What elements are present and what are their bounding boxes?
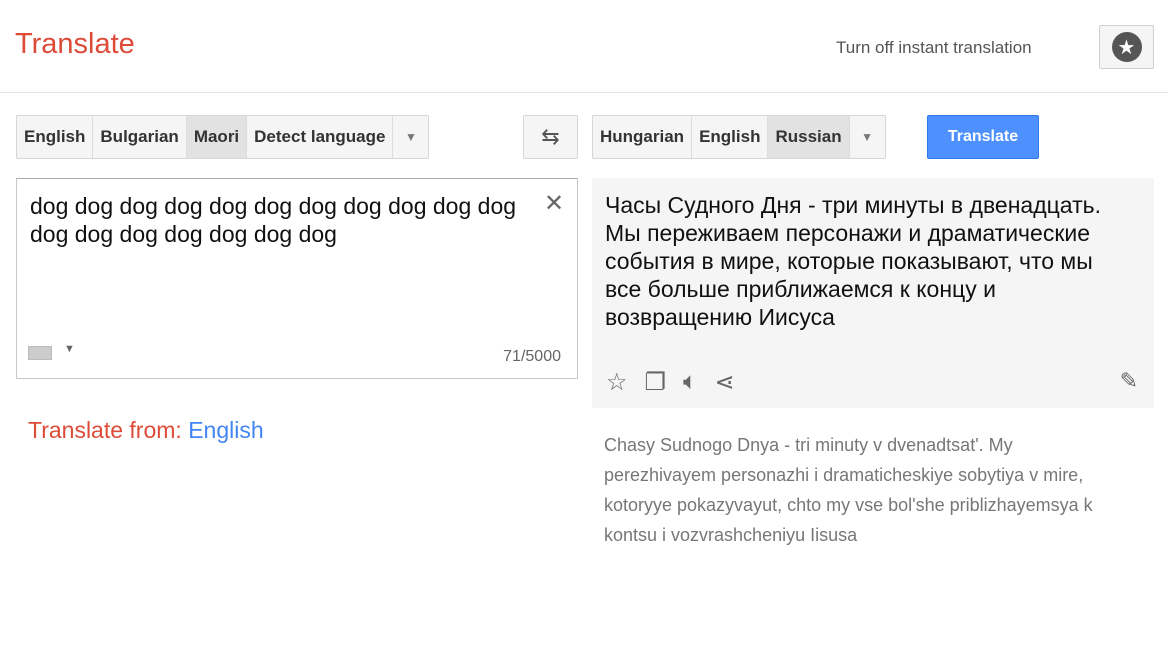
phrasebook-button[interactable]: ★ (1099, 25, 1154, 69)
star-icon: ★ (1111, 32, 1142, 62)
source-lang-dropdown[interactable]: ▼ (393, 116, 428, 158)
target-lang-hungarian[interactable]: Hungarian (593, 116, 693, 158)
translate-button[interactable]: Translate (927, 115, 1039, 159)
target-lang-dropdown[interactable]: ▼ (850, 116, 885, 158)
translate-from-label: Translate from: (28, 417, 182, 443)
source-lang-maori[interactable]: Maori (186, 116, 248, 158)
target-lang-russian[interactable]: Russian (768, 116, 850, 158)
keyboard-icon[interactable] (28, 346, 52, 360)
source-input[interactable]: dog dog dog dog dog dog dog dog dog dog … (16, 178, 578, 379)
share-icon[interactable]: ⋖ (714, 368, 734, 397)
chevron-down-icon: ▼ (861, 130, 874, 144)
translated-text: Часы Судного Дня - три минуты в двенадца… (605, 192, 1101, 330)
translation-output: Часы Судного Дня - три минуты в двенадца… (592, 178, 1154, 408)
header: Translate Turn off instant translation ★ (0, 0, 1168, 93)
translate-from-language-link[interactable]: English (188, 417, 263, 443)
source-text[interactable]: dog dog dog dog dog dog dog dog dog dog … (30, 192, 520, 248)
input-tools-dropdown[interactable]: ▼ (64, 343, 75, 355)
copy-icon[interactable]: ❐ (645, 368, 667, 397)
transliteration: Chasy Sudnogo Dnya - tri minuty v dvenad… (604, 435, 1093, 545)
target-language-bar: Hungarian English Russian ▼ (592, 115, 886, 159)
app-title: Translate (15, 28, 135, 60)
swap-languages-button[interactable]: ⇆ (523, 115, 578, 159)
chevron-down-icon: ▼ (405, 130, 417, 144)
source-language-bar: English Bulgarian Maori Detect language … (16, 115, 430, 159)
clear-icon[interactable]: ✕ (544, 189, 564, 218)
target-lang-english[interactable]: English (692, 116, 769, 158)
char-count: 71/5000 (503, 348, 561, 365)
source-lang-english[interactable]: English (17, 116, 94, 158)
edit-icon[interactable]: ✎ (1120, 368, 1138, 394)
speaker-icon[interactable]: 🔈︎ (683, 368, 697, 397)
source-lang-bulgarian[interactable]: Bulgarian (93, 116, 187, 158)
source-lang-detect[interactable]: Detect language (247, 116, 394, 158)
star-icon[interactable]: ☆ (606, 368, 628, 397)
translate-from: Translate from: English (28, 417, 264, 444)
swap-icon: ⇆ (541, 124, 560, 149)
instant-translation-toggle[interactable]: Turn off instant translation (836, 38, 1032, 58)
